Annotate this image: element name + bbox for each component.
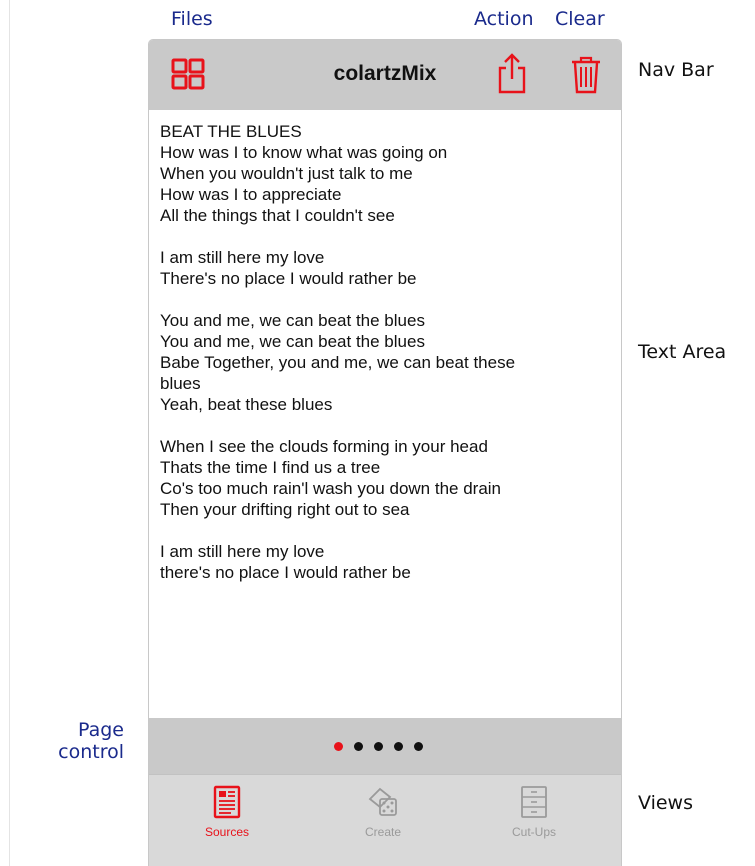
lyric-line: All the things that I couldn't see xyxy=(160,206,395,225)
action-button[interactable] xyxy=(495,52,529,94)
text-area[interactable]: BEAT THE BLUES How was I to know what was… xyxy=(149,110,621,718)
page-dot[interactable] xyxy=(374,742,383,751)
page-dot[interactable] xyxy=(354,742,363,751)
lyric-line: there's no place I would rather be xyxy=(160,563,411,582)
page-control-callout-line1: Page xyxy=(78,719,124,741)
tab-create[interactable]: Create xyxy=(328,785,438,839)
page-dot[interactable] xyxy=(394,742,403,751)
tab-sources[interactable]: Sources xyxy=(172,785,282,839)
page-control-callout-line2: control xyxy=(58,741,124,763)
nav-bar: colartzMix xyxy=(149,40,621,110)
nav-bar-callout: Nav Bar xyxy=(638,59,714,81)
divider xyxy=(9,0,10,866)
trash-icon xyxy=(572,56,600,94)
nav-title: colartzMix xyxy=(333,62,437,85)
tab-cut-ups[interactable]: Cut-Ups xyxy=(479,785,589,839)
lyric-line: Yeah, beat these blues xyxy=(160,395,333,414)
views-callout: Views xyxy=(638,792,693,814)
lyric-line: I am still here my love xyxy=(160,248,325,267)
app-screen: colartzMix BEAT THE BLUES How was I to kn… xyxy=(148,39,622,866)
lyric-line: When I see the clouds forming in your he… xyxy=(160,437,488,456)
lyric-line: Co's too much rain'l wash you down the d… xyxy=(160,479,502,498)
page-control-callout: Page control xyxy=(58,719,124,763)
lyric-line: BEAT THE BLUES xyxy=(160,122,302,141)
action-callout: Action xyxy=(474,8,534,30)
page-control[interactable] xyxy=(149,718,621,774)
lyric-line: blues xyxy=(160,374,201,393)
text-area-callout: Text Area xyxy=(638,341,727,363)
document-icon xyxy=(213,785,241,819)
lyric-line: There's no place I would rather be xyxy=(160,269,417,288)
tab-bar: Sources Create Cut-Ups xyxy=(149,774,621,866)
lyrics-text: BEAT THE BLUES How was I to know what was… xyxy=(160,121,605,583)
dice-cup-icon xyxy=(368,787,397,816)
lyric-line: I am still here my love xyxy=(160,542,325,561)
lyric-line: How was I to know what was going on xyxy=(160,143,448,162)
page-dot[interactable] xyxy=(414,742,423,751)
tab-create-label: Create xyxy=(364,825,402,839)
lyric-line: Thats the time I find us a tree xyxy=(160,458,381,477)
clear-button[interactable] xyxy=(569,55,603,95)
page-dot[interactable] xyxy=(334,742,343,751)
share-icon xyxy=(498,53,526,94)
tab-sources-label: Sources xyxy=(204,825,250,839)
files-callout: Files xyxy=(171,8,213,30)
lyric-line: When you wouldn't just talk to me xyxy=(160,164,413,183)
lyric-line: How was I to appreciate xyxy=(160,185,342,204)
tab-cut-ups-label: Cut-Ups xyxy=(511,825,556,839)
page-dots xyxy=(334,742,423,751)
lyric-line: You and me, we can beat the blues xyxy=(160,332,425,351)
clear-callout: Clear xyxy=(555,8,605,30)
lyric-line: Babe Together, you and me, we can beat t… xyxy=(160,353,516,372)
lyric-line: Then your drifting right out to sea xyxy=(160,500,410,519)
lyric-line: You and me, we can beat the blues xyxy=(160,311,425,330)
drawers-icon xyxy=(521,786,547,818)
